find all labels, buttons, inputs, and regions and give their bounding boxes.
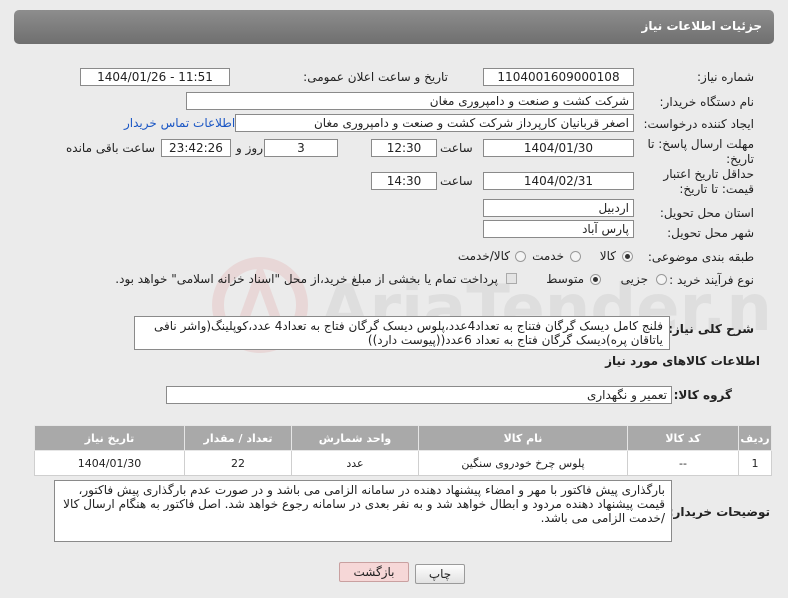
col-header-quantity: تعداد / مقدار [184,425,292,451]
reply-hour-label: ساعت [440,141,473,155]
table-header-row: ردیف کد کالا نام کالا واحد شمارش تعداد /… [34,425,772,451]
remaining-time-field: 23:42:26 [161,139,231,157]
buyer-org-field: شرکت کشت و صنعت و دامپروری مغان [186,92,634,110]
category-radio-goods-service[interactable] [515,251,526,262]
price-validity-label: حداقل تاریخ اعتبار قیمت: تا تاریخ: [663,167,754,196]
process-type-label: نوع فرآیند خرید : [669,273,754,287]
process-option-medium: متوسط [546,272,584,286]
header-panel: جزئیات اطلاعات نیاز [14,10,774,44]
cell-goods-name: پلوس چرخ خودروی سنگین [418,450,628,476]
announce-datetime-field: 1404/01/26 - 11:51 [80,68,230,86]
back-button[interactable]: بازگشت [339,562,409,582]
process-radio-minor[interactable] [656,274,667,285]
process-radio-medium[interactable] [590,274,601,285]
cell-goods-code: -- [627,450,739,476]
category-radio-goods[interactable] [622,251,633,262]
validity-date-field: 1404/02/31 [483,172,634,190]
delivery-province-label: استان محل تحویل: [659,206,754,220]
cell-row-number: 1 [738,450,772,476]
category-option-goods-service: کالا/خدمت [457,249,510,263]
cell-unit: عدد [291,450,419,476]
buyer-org-label: نام دستگاه خریدار: [659,95,755,109]
col-header-goods-code: کد کالا [627,425,739,451]
col-header-row-number: ردیف [738,425,772,451]
process-option-minor: جزیی [620,272,648,286]
reply-time-field: 12:30 [371,139,437,157]
cell-quantity: 22 [184,450,292,476]
goods-group-label: گروه کالا: [673,388,732,402]
payment-note: پرداخت تمام یا بخشی از مبلغ خرید،از محل … [115,272,498,286]
buyer-notes-label: توضیحات خریدار: [668,505,770,519]
hours-remaining-label: ساعت باقی مانده [66,141,156,155]
print-button[interactable]: چاپ [415,564,465,584]
reply-deadline-label: مهلت ارسال پاسخ: تا تاریخ: [647,137,754,166]
category-radio-service[interactable] [570,251,581,262]
delivery-city-label: شهر محل تحویل: [667,226,754,240]
category-label: طبقه بندی موضوعی: [647,250,754,264]
requester-field: اصغر قربانیان کارپرداز شرکت کشت و صنعت و… [235,114,634,132]
province-field: اردبیل [483,199,634,217]
treasury-payment-checkbox[interactable] [506,273,517,284]
requester-label: ایجاد کننده درخواست: [643,117,754,131]
validity-time-field: 14:30 [371,172,437,190]
reply-date-field: 1404/01/30 [483,139,634,157]
validity-hour-label: ساعت [440,174,473,188]
goods-group-field: تعمیر و نگهداری [166,386,672,404]
general-desc-label: شرح کلی نیاز: [668,322,754,336]
days-field: 3 [264,139,338,157]
col-header-unit: واحد شمارش [291,425,419,451]
need-number-label: شماره نیاز: [697,70,754,84]
city-field: پارس آباد [483,220,634,238]
col-header-need-date: تاریخ نیاز [34,425,185,451]
col-header-goods-name: نام کالا [418,425,628,451]
buyer-notes-textarea[interactable]: بارگذاری پیش فاکتور با مهر و امضاء پیشنه… [54,480,672,542]
table-row: 1 -- پلوس چرخ خودروی سنگین عدد 22 1404/0… [34,450,772,476]
category-option-goods: کالا [599,249,616,263]
contact-info-link[interactable]: اطلاعات تماس خریدار [124,116,235,130]
announce-datetime-label: تاریخ و ساعت اعلان عمومی: [303,70,448,84]
cell-need-date: 1404/01/30 [34,450,185,476]
goods-info-heading: اطلاعات کالاهای مورد نیاز [605,354,760,368]
day-and-label: روز و [236,141,263,155]
panel-title: جزئیات اطلاعات نیاز [641,19,762,33]
category-option-service: خدمت [532,249,564,263]
need-number-field: 1104001609000108 [483,68,634,86]
general-desc-textarea[interactable]: فلنج کامل دیسک گرگان فتناج به تعداد4عدد،… [134,316,670,350]
goods-table: ردیف کد کالا نام کالا واحد شمارش تعداد /… [34,425,772,476]
